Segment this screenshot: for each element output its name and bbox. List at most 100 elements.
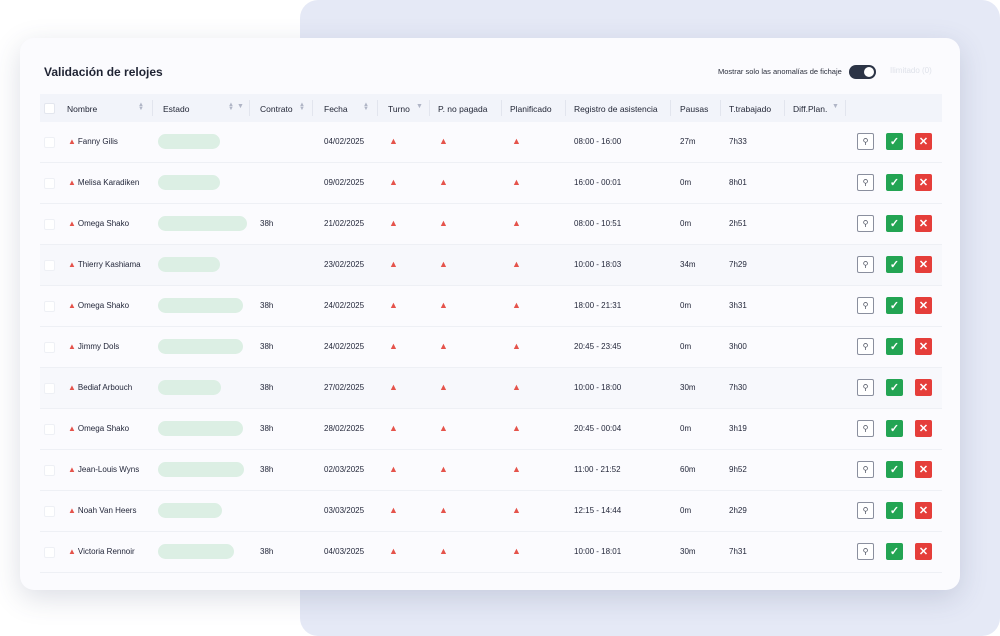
table-row[interactable]: ▲ Omega Shako 38h 28/02/2025 ▲ ▲ ▲ 20:45 - 00:0… bbox=[40, 409, 942, 450]
select-all-checkbox[interactable] bbox=[44, 103, 55, 114]
table-row[interactable]: ▲ Jean-Louis Wyns 38h 02/03/2025 ▲ ▲ ▲ 11:00 - … bbox=[40, 450, 942, 491]
check-icon: ✓ bbox=[889, 464, 900, 476]
pin-button[interactable]: ⚲ bbox=[857, 379, 874, 396]
filter-icon[interactable]: ▼ bbox=[416, 103, 423, 110]
pin-button[interactable]: ⚲ bbox=[857, 215, 874, 232]
pin-icon: ⚲ bbox=[862, 383, 869, 392]
date: 24/02/2025 bbox=[324, 342, 365, 351]
row-checkbox[interactable] bbox=[44, 219, 55, 230]
employee-name-text: Noah Van Heers bbox=[77, 506, 137, 515]
approve-button[interactable]: ✓ bbox=[886, 461, 903, 478]
table-row[interactable]: ▲ Fanny Gilis 04/02/2025 ▲ ▲ ▲ 08:00 - 16:00 27… bbox=[40, 122, 942, 163]
close-icon: ✕ bbox=[918, 546, 929, 558]
filter-icon[interactable]: ▼ bbox=[237, 103, 244, 110]
employee-name[interactable]: ▲ Bediaf Arbouch bbox=[68, 383, 132, 392]
reject-button[interactable]: ✕ bbox=[915, 256, 932, 273]
employee-name[interactable]: ▲ Omega Shako bbox=[68, 424, 129, 433]
reject-button[interactable]: ✕ bbox=[915, 543, 932, 560]
pin-icon: ⚲ bbox=[862, 506, 869, 515]
col-registro[interactable]: Registro de asistencia bbox=[574, 104, 658, 114]
col-pnopagada[interactable]: P. no pagada bbox=[438, 104, 487, 114]
pin-button[interactable]: ⚲ bbox=[857, 543, 874, 560]
reject-button[interactable]: ✕ bbox=[915, 297, 932, 314]
table-row[interactable]: ▲ Melisa Karadiken 09/02/2025 ▲ ▲ ▲ 16:00 - 00… bbox=[40, 163, 942, 204]
shift-warning-icon: ▲ bbox=[389, 177, 398, 187]
shift-warning-icon: ▲ bbox=[389, 300, 398, 310]
row-checkbox[interactable] bbox=[44, 424, 55, 435]
worked-time: 3h00 bbox=[729, 342, 747, 351]
approve-button[interactable]: ✓ bbox=[886, 543, 903, 560]
row-checkbox[interactable] bbox=[44, 342, 55, 353]
col-turno[interactable]: Turno bbox=[388, 104, 410, 114]
employee-name[interactable]: ▲ Fanny Gilis bbox=[68, 137, 118, 146]
col-planificado[interactable]: Planificado bbox=[510, 104, 552, 114]
table-row[interactable]: ▲ Thierry Kashiama 23/02/2025 ▲ ▲ ▲ 10:00 - 18… bbox=[40, 245, 942, 286]
approve-button[interactable]: ✓ bbox=[886, 133, 903, 150]
approve-button[interactable]: ✓ bbox=[886, 256, 903, 273]
col-fecha[interactable]: Fecha bbox=[324, 104, 348, 114]
employee-name[interactable]: ▲ Omega Shako bbox=[68, 219, 129, 228]
table-row[interactable]: ▲ Victoria Rennoir 38h 04/03/2025 ▲ ▲ ▲ 10:00 -… bbox=[40, 532, 942, 573]
table-row[interactable]: ▲ Jimmy Dols 38h 24/02/2025 ▲ ▲ ▲ 20:45 - 23:45… bbox=[40, 327, 942, 368]
col-estado[interactable]: Estado bbox=[163, 104, 189, 114]
reject-button[interactable]: ✕ bbox=[915, 461, 932, 478]
approve-button[interactable]: ✓ bbox=[886, 174, 903, 191]
worked-time: 2h51 bbox=[729, 219, 747, 228]
pin-button[interactable]: ⚲ bbox=[857, 133, 874, 150]
sort-icon[interactable]: ▲ ▼ bbox=[138, 102, 144, 112]
reject-button[interactable]: ✕ bbox=[915, 338, 932, 355]
unpaid-break-warning-icon: ▲ bbox=[439, 423, 448, 433]
row-checkbox[interactable] bbox=[44, 301, 55, 312]
reject-button[interactable]: ✕ bbox=[915, 215, 932, 232]
reject-button[interactable]: ✕ bbox=[915, 420, 932, 437]
sort-icon[interactable]: ▲ ▼ bbox=[299, 102, 305, 112]
sort-icon[interactable]: ▲ ▼ bbox=[363, 102, 369, 112]
col-nombre[interactable]: Nombre bbox=[67, 104, 97, 114]
row-checkbox[interactable] bbox=[44, 506, 55, 517]
pin-button[interactable]: ⚲ bbox=[857, 256, 874, 273]
warning-icon: ▲ bbox=[68, 424, 76, 433]
col-trabajado[interactable]: T.trabajado bbox=[729, 104, 771, 114]
table-row[interactable]: ▲ Omega Shako 38h 21/02/2025 ▲ ▲ ▲ 08:00 - 10:5… bbox=[40, 204, 942, 245]
reject-button[interactable]: ✕ bbox=[915, 174, 932, 191]
row-checkbox[interactable] bbox=[44, 547, 55, 558]
planned-warning-icon: ▲ bbox=[512, 259, 521, 269]
approve-button[interactable]: ✓ bbox=[886, 297, 903, 314]
employee-name[interactable]: ▲ Jean-Louis Wyns bbox=[68, 465, 139, 474]
pin-button[interactable]: ⚲ bbox=[857, 420, 874, 437]
row-checkbox[interactable] bbox=[44, 260, 55, 271]
row-checkbox[interactable] bbox=[44, 137, 55, 148]
table-row[interactable]: ▲ Noah Van Heers 03/03/2025 ▲ ▲ ▲ 12:15 - 14:4… bbox=[40, 491, 942, 532]
col-diff[interactable]: Diff.Plan. bbox=[793, 104, 827, 114]
reject-button[interactable]: ✕ bbox=[915, 133, 932, 150]
reject-button[interactable]: ✕ bbox=[915, 379, 932, 396]
pin-button[interactable]: ⚲ bbox=[857, 502, 874, 519]
approve-button[interactable]: ✓ bbox=[886, 215, 903, 232]
employee-name[interactable]: ▲ Omega Shako bbox=[68, 301, 129, 310]
employee-name[interactable]: ▲ Melisa Karadiken bbox=[68, 178, 139, 187]
col-contrato[interactable]: Contrato bbox=[260, 104, 293, 114]
pin-button[interactable]: ⚲ bbox=[857, 338, 874, 355]
pin-button[interactable]: ⚲ bbox=[857, 174, 874, 191]
reject-button[interactable]: ✕ bbox=[915, 502, 932, 519]
row-checkbox[interactable] bbox=[44, 178, 55, 189]
employee-name[interactable]: ▲ Jimmy Dols bbox=[68, 342, 119, 351]
approve-button[interactable]: ✓ bbox=[886, 502, 903, 519]
pin-button[interactable]: ⚲ bbox=[857, 297, 874, 314]
table-row[interactable]: ▲ Bediaf Arbouch 38h 27/02/2025 ▲ ▲ ▲ 10:00 - 1… bbox=[40, 368, 942, 409]
approve-button[interactable]: ✓ bbox=[886, 379, 903, 396]
employee-name[interactable]: ▲ Noah Van Heers bbox=[68, 506, 136, 515]
employee-name[interactable]: ▲ Thierry Kashiama bbox=[68, 260, 141, 269]
row-checkbox[interactable] bbox=[44, 383, 55, 394]
anomalies-toggle[interactable] bbox=[849, 65, 876, 79]
approve-button[interactable]: ✓ bbox=[886, 420, 903, 437]
approve-button[interactable]: ✓ bbox=[886, 338, 903, 355]
column-divider bbox=[565, 100, 566, 116]
employee-name[interactable]: ▲ Victoria Rennoir bbox=[68, 547, 135, 556]
table-row[interactable]: ▲ Omega Shako 38h 24/02/2025 ▲ ▲ ▲ 18:00 - 21:3… bbox=[40, 286, 942, 327]
pin-button[interactable]: ⚲ bbox=[857, 461, 874, 478]
sort-icon[interactable]: ▲ ▼ bbox=[228, 102, 234, 112]
row-checkbox[interactable] bbox=[44, 465, 55, 476]
col-pausas[interactable]: Pausas bbox=[680, 104, 708, 114]
filter-icon[interactable]: ▼ bbox=[832, 103, 839, 110]
